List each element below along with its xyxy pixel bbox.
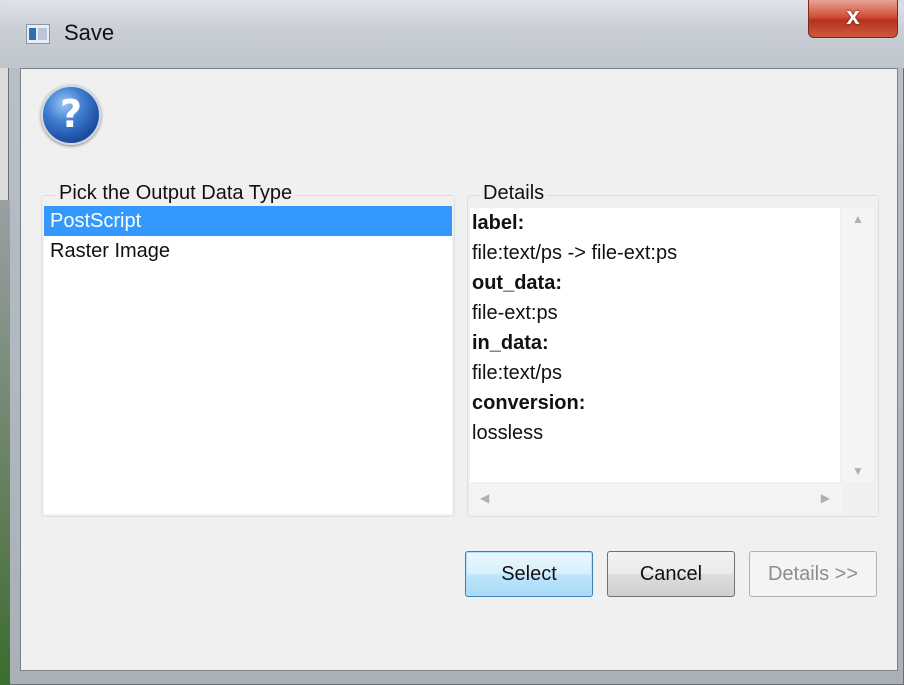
details-group: Details label: file:text/ps -> file-ext:… xyxy=(467,182,879,517)
detail-key-label: label: xyxy=(472,212,525,234)
detail-value-label: file:text/ps -> file-ext:ps xyxy=(472,242,678,264)
background-window-edge xyxy=(0,200,10,685)
detail-value-out-data: file-ext:ps xyxy=(472,302,558,324)
detail-key-in-data: in_data: xyxy=(472,332,549,354)
close-icon: x xyxy=(846,3,860,30)
app-window-icon xyxy=(26,24,50,44)
scrollbar-corner xyxy=(842,484,874,514)
list-item-raster-image[interactable]: Raster Image xyxy=(44,236,452,266)
scroll-down-icon[interactable]: ▼ xyxy=(852,464,864,478)
scroll-up-icon[interactable]: ▲ xyxy=(852,212,864,226)
detail-value-in-data: file:text/ps xyxy=(472,362,563,384)
select-button[interactable]: Select xyxy=(465,551,593,597)
details-horizontal-scrollbar[interactable]: ◀ ▶ xyxy=(470,484,842,514)
details-legend: Details xyxy=(480,182,548,205)
title-bar[interactable]: Save x xyxy=(0,0,904,68)
output-type-legend: Pick the Output Data Type xyxy=(56,182,296,205)
cancel-button[interactable]: Cancel xyxy=(607,551,735,597)
detail-key-conversion: conversion: xyxy=(472,392,586,414)
dialog-client-area: ? Pick the Output Data Type PostScript R… xyxy=(20,68,898,671)
detail-value-conversion: lossless xyxy=(472,422,544,444)
list-item-postscript[interactable]: PostScript xyxy=(44,206,452,236)
scroll-right-icon[interactable]: ▶ xyxy=(821,491,830,505)
output-type-group: Pick the Output Data Type PostScript Ras… xyxy=(41,182,455,517)
window-title: Save xyxy=(64,20,115,45)
detail-key-out-data: out_data: xyxy=(472,272,562,294)
details-button[interactable]: Details >> xyxy=(749,551,877,597)
details-text-area[interactable]: label: file:text/ps -> file-ext:ps out_d… xyxy=(470,208,840,482)
close-button[interactable]: x xyxy=(808,0,898,38)
question-icon: ? xyxy=(41,85,101,145)
scroll-left-icon[interactable]: ◀ xyxy=(480,491,489,505)
details-vertical-scrollbar[interactable]: ▲ ▼ xyxy=(842,208,874,482)
output-type-list[interactable]: PostScript Raster Image xyxy=(44,206,452,514)
